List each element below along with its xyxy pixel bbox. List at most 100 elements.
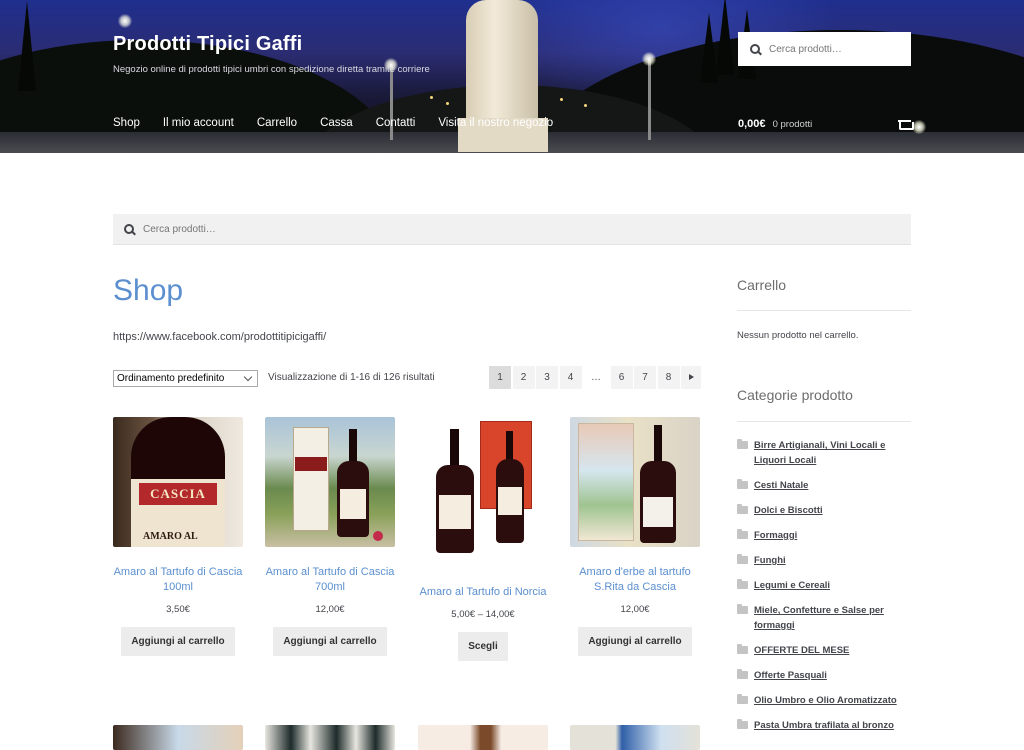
category-link[interactable]: Legumi e Cereali bbox=[754, 580, 830, 591]
product-box bbox=[293, 427, 329, 531]
town-light bbox=[430, 96, 433, 99]
site-description: Negozio online di prodotti tipici umbri … bbox=[113, 64, 430, 75]
product-title[interactable]: Amaro al Tartufo di Norcia bbox=[418, 585, 548, 600]
page-description: https://www.facebook.com/prodottitipicig… bbox=[113, 331, 327, 343]
bottle-neck bbox=[654, 425, 662, 465]
page-number[interactable]: 4 bbox=[559, 366, 582, 389]
nav-link-shop[interactable]: Shop bbox=[113, 117, 140, 129]
category-link[interactable]: Cesti Natale bbox=[754, 480, 808, 491]
folder-icon bbox=[737, 579, 748, 589]
cart-count: 0 prodotti bbox=[772, 119, 813, 130]
category-item: Legumi e Cereali bbox=[737, 578, 911, 593]
product-title[interactable]: Amaro al Tartufo di Cascia 100ml bbox=[113, 565, 243, 595]
nav-link-contacts[interactable]: Contatti bbox=[376, 117, 416, 129]
header-search-input[interactable] bbox=[769, 43, 899, 55]
orderby-select[interactable]: Ordinamento predefinito bbox=[113, 370, 258, 387]
cart-empty-message: Nessun prodotto nel carrello. bbox=[737, 330, 859, 341]
town-light bbox=[560, 98, 563, 101]
header-cart-link[interactable]: 0,00€ 0 prodotti bbox=[738, 118, 812, 130]
pagination: 1 2 3 4 … 6 7 8 bbox=[489, 366, 703, 389]
pagination-ellipsis: … bbox=[591, 372, 601, 383]
category-item: OFFERTE DEL MESE bbox=[737, 643, 911, 658]
next-page-button[interactable] bbox=[681, 366, 701, 389]
choose-options-button[interactable]: Scegli bbox=[458, 632, 508, 661]
product-image[interactable] bbox=[113, 725, 243, 750]
product-title[interactable]: Amaro al Tartufo di Cascia 700ml bbox=[265, 565, 395, 595]
page-number[interactable]: 2 bbox=[512, 366, 535, 389]
product-card: Amaro al Tartufo di Norcia 5,00€ – 14,00… bbox=[418, 417, 548, 661]
header-background-tree bbox=[716, 0, 734, 75]
category-link[interactable]: Miele, Confetture e Salse per formaggi bbox=[754, 605, 884, 631]
site-title[interactable]: Prodotti Tipici Gaffi bbox=[113, 33, 302, 56]
lamp-glow bbox=[912, 120, 926, 134]
category-link[interactable]: OFFERTE DEL MESE bbox=[754, 645, 849, 656]
folder-icon bbox=[737, 554, 748, 564]
category-item: Olio Umbro e Olio Aromatizzato bbox=[737, 693, 911, 708]
header-search-field[interactable] bbox=[738, 32, 911, 66]
product-box-band bbox=[295, 457, 327, 471]
product-image[interactable] bbox=[418, 725, 548, 750]
page-number[interactable]: 3 bbox=[536, 366, 558, 389]
search-icon bbox=[124, 223, 135, 235]
categories-widget-title: Categorie prodotto bbox=[737, 387, 853, 403]
product-card: Amaro al Tartufo di Cascia 700ml 12,00€ … bbox=[265, 417, 395, 656]
page-title: Shop bbox=[113, 274, 184, 307]
category-item: Miele, Confetture e Salse per formaggi bbox=[737, 603, 911, 633]
nav-link-cart[interactable]: Carrello bbox=[257, 117, 297, 129]
page-number[interactable]: 7 bbox=[634, 366, 656, 389]
bottle-label-subtext: AMARO AL bbox=[143, 531, 198, 542]
product-image[interactable] bbox=[265, 725, 395, 750]
category-item: Dolci e Biscotti bbox=[737, 503, 911, 518]
search-icon bbox=[750, 43, 761, 55]
add-to-cart-button[interactable]: Aggiungi al carrello bbox=[273, 627, 387, 656]
page-number[interactable]: 8 bbox=[657, 366, 680, 389]
category-link[interactable]: Funghi bbox=[754, 555, 786, 566]
category-item: Pasta Umbra trafilata al bronzo bbox=[737, 718, 911, 733]
product-box bbox=[578, 423, 634, 541]
product-price: 5,00€ – 14,00€ bbox=[451, 609, 515, 620]
category-link[interactable]: Offerte Pasquali bbox=[754, 670, 827, 681]
folder-icon bbox=[737, 529, 748, 539]
bottle-neck bbox=[506, 431, 513, 461]
category-link[interactable]: Birre Artigianali, Vini Locali e Liquori… bbox=[754, 440, 885, 466]
page-number[interactable]: 6 bbox=[610, 366, 633, 389]
add-to-cart-button[interactable]: Aggiungi al carrello bbox=[121, 627, 235, 656]
arrow-right-icon bbox=[688, 374, 694, 380]
decorative-ornament bbox=[373, 531, 383, 541]
category-item: Cesti Natale bbox=[737, 478, 911, 493]
category-link[interactable]: Pasta Umbra trafilata al bronzo bbox=[754, 720, 894, 731]
category-link[interactable]: Dolci e Biscotti bbox=[754, 505, 823, 516]
basket-icon[interactable] bbox=[898, 118, 914, 130]
chevron-down-icon bbox=[243, 372, 253, 382]
product-image[interactable] bbox=[570, 417, 700, 547]
nav-link-store[interactable]: Visita il nostro negozio bbox=[438, 117, 553, 129]
category-link[interactable]: Olio Umbro e Olio Aromatizzato bbox=[754, 695, 897, 706]
page-number-current: 1 bbox=[489, 366, 511, 389]
folder-icon bbox=[737, 479, 748, 489]
category-item: Funghi bbox=[737, 553, 911, 568]
product-image[interactable] bbox=[570, 725, 700, 750]
divider bbox=[737, 421, 911, 422]
product-image[interactable] bbox=[418, 417, 548, 567]
divider bbox=[737, 310, 911, 311]
folder-icon bbox=[737, 504, 748, 514]
category-link[interactable]: Formaggi bbox=[754, 530, 797, 541]
product-image[interactable]: CASCIA AMARO AL bbox=[113, 417, 243, 547]
orderby-selected-value: Ordinamento predefinito bbox=[117, 373, 225, 384]
product-title[interactable]: Amaro d'erbe al tartufo S.Rita da Cascia bbox=[570, 565, 700, 595]
folder-icon bbox=[737, 644, 748, 654]
category-item: Formaggi bbox=[737, 528, 911, 543]
product-search-field[interactable] bbox=[113, 214, 911, 245]
add-to-cart-button[interactable]: Aggiungi al carrello bbox=[578, 627, 692, 656]
bottle-neck bbox=[450, 429, 459, 469]
nav-link-account[interactable]: Il mio account bbox=[163, 117, 234, 129]
folder-icon bbox=[737, 694, 748, 704]
bottle-label-text: CASCIA bbox=[139, 483, 217, 505]
primary-navigation: Shop Il mio account Carrello Cassa Conta… bbox=[113, 117, 576, 129]
product-image[interactable] bbox=[265, 417, 395, 547]
nav-link-checkout[interactable]: Cassa bbox=[320, 117, 353, 129]
product-search-input[interactable] bbox=[143, 223, 443, 235]
town-light bbox=[584, 104, 587, 107]
result-count: Visualizzazione di 1-16 di 126 risultati bbox=[268, 372, 435, 383]
folder-icon bbox=[737, 604, 748, 614]
